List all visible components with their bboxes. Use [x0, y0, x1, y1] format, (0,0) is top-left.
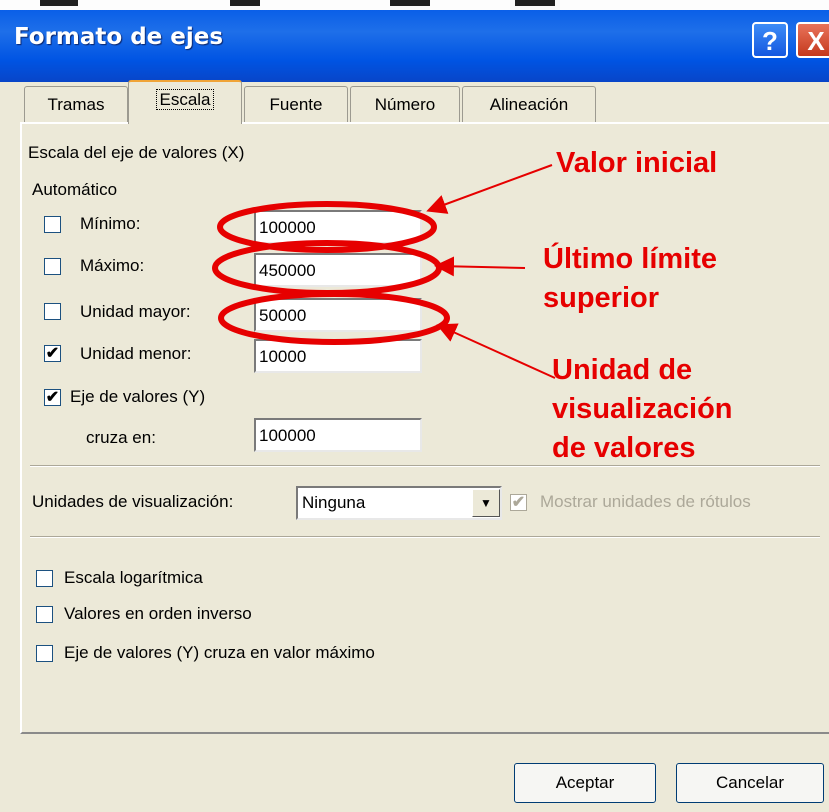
minor-unit-input[interactable]: 10000 [254, 339, 422, 373]
annotation-unit-2: visualización [552, 393, 733, 425]
show-unit-labels-checkbox[interactable]: ✔ [510, 494, 527, 511]
automatic-label: Automático [32, 180, 118, 199]
cross-auto-checkbox[interactable]: ✔ [44, 389, 61, 406]
maximum-input[interactable]: 450000 [254, 253, 422, 287]
tab-tramas[interactable]: Tramas [24, 86, 128, 122]
minimum-auto-checkbox[interactable] [44, 216, 61, 233]
cross-at-max-checkbox[interactable] [36, 645, 53, 662]
display-units-label: Unidades de visualización: [32, 492, 234, 511]
maximum-label: Máximo: [80, 256, 145, 275]
major-unit-auto-checkbox[interactable] [44, 303, 61, 320]
annotation-unit-3: de valores [552, 432, 696, 464]
tab-alineacion[interactable]: Alineación [462, 86, 596, 122]
annotation-initial-value: Valor inicial [556, 147, 718, 179]
separator [30, 465, 820, 467]
chevron-down-icon[interactable]: ▼ [472, 489, 500, 517]
tab-numero[interactable]: Número [350, 86, 460, 122]
cross-at-input[interactable]: 100000 [254, 418, 422, 452]
major-unit-input[interactable]: 50000 [254, 298, 422, 332]
help-button[interactable]: ? [752, 22, 788, 58]
scale-heading: Escala del eje de valores (X) [28, 143, 245, 162]
maximum-auto-checkbox[interactable] [44, 258, 61, 275]
tab-fuente[interactable]: Fuente [244, 86, 348, 122]
annotation-upper-limit-2: superior [543, 282, 660, 314]
cross-at-max-label: Eje de valores (Y) cruza en valor máximo [64, 643, 375, 662]
display-units-value: Ninguna [302, 493, 366, 512]
log-scale-label: Escala logarítmica [64, 568, 203, 587]
annotation-unit-1: Unidad de [552, 354, 693, 386]
separator-2 [30, 536, 820, 538]
major-unit-label: Unidad mayor: [80, 302, 191, 321]
cross-checkbox-label: Eje de valores (Y) [70, 387, 206, 406]
tab-escala[interactable]: Escala [128, 80, 242, 124]
log-scale-checkbox[interactable] [36, 570, 53, 587]
display-units-select[interactable]: Ninguna ▼ [296, 486, 502, 520]
annotation-upper-limit-1: Último límite [543, 243, 718, 275]
close-button[interactable]: X [796, 22, 829, 58]
minor-unit-auto-checkbox[interactable]: ✔ [44, 345, 61, 362]
minimum-input[interactable]: 100000 [254, 210, 422, 244]
reverse-order-label: Valores en orden inverso [64, 604, 252, 623]
cancel-button[interactable]: Cancelar [676, 763, 824, 803]
show-unit-labels-label: Mostrar unidades de rótulos [540, 492, 751, 511]
reverse-order-checkbox[interactable] [36, 606, 53, 623]
dialog-title: Formato de ejes [14, 24, 224, 50]
minor-unit-label: Unidad menor: [80, 344, 192, 363]
minimum-label: Mínimo: [80, 214, 141, 233]
cross-at-label: cruza en: [86, 428, 156, 447]
background-window-strip [0, 0, 829, 10]
ok-button[interactable]: Aceptar [514, 763, 656, 803]
